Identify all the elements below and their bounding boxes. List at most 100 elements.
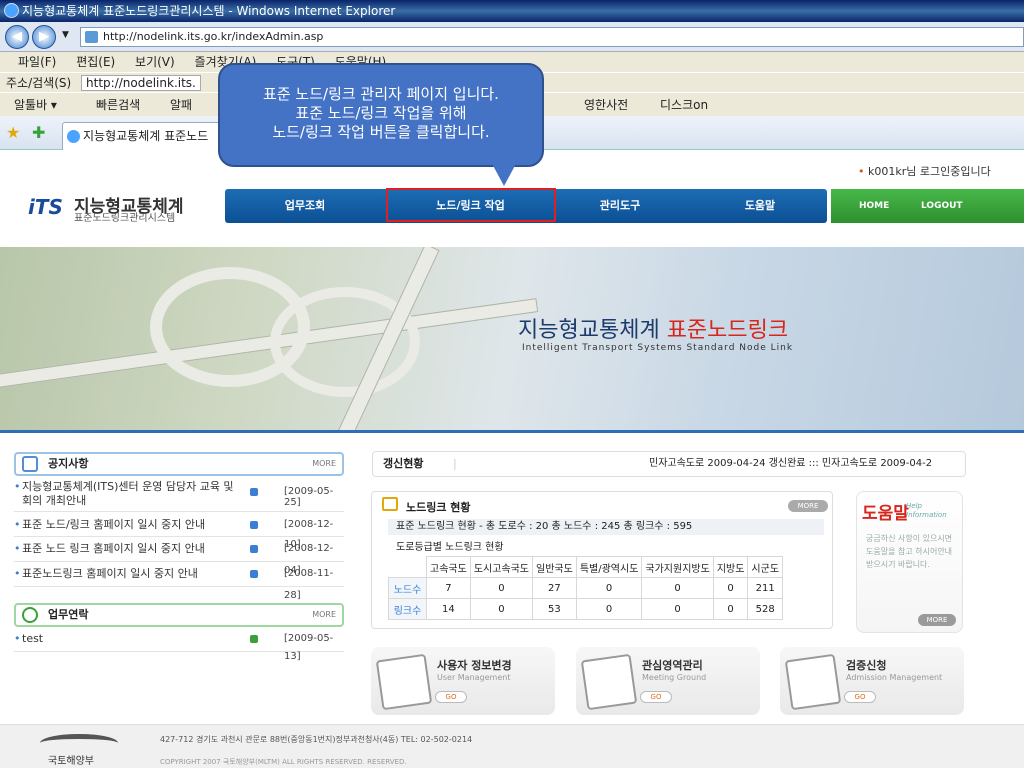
contacts-header: 업무연락 MORE	[14, 603, 344, 627]
utility-nav: HOME LOGOUT	[831, 189, 1024, 223]
menu-edit[interactable]: 편집(E)	[76, 55, 115, 69]
notice-row[interactable]: • 표준노드링크 홈페이지 일시 중지 안내 [2008-11-28]	[14, 563, 344, 601]
notice-title[interactable]: 지능형교통체계(ITS)센터 운영 담당자 교육 및 회의 개최안내	[22, 480, 247, 508]
callout-line-2: 표준 노드/링크 작업을 위해	[295, 104, 467, 122]
card-title: 사용자 정보변경	[437, 659, 512, 672]
notices-more-button[interactable]: MORE	[312, 454, 336, 474]
pen-icon	[580, 653, 638, 711]
table-cell: 0	[641, 598, 714, 620]
logo-subtitle: 표준노드링크관리시스템	[74, 213, 176, 224]
banner-title-main: 지능형교통체계	[518, 318, 667, 343]
table-header: 지방도	[712, 556, 749, 578]
contact-date: [2009-05-13]	[284, 633, 334, 662]
history-dropdown-icon[interactable]: ▼	[62, 30, 69, 40]
home-link[interactable]: HOME	[859, 189, 889, 223]
contacts-title: 업무연락	[48, 608, 89, 621]
user-management-card[interactable]: 사용자 정보변경 User Management GO	[371, 647, 555, 715]
notice-title[interactable]: 표준 노드 링크 홈페이지 일시 중지 안내	[22, 538, 205, 560]
altoolbar-button[interactable]: 알툴바 ▾	[14, 93, 57, 117]
row-label: 노드수	[388, 577, 427, 599]
bullet-icon: •	[14, 632, 21, 645]
back-arrow-icon[interactable]: ◀	[5, 25, 29, 49]
its-logo-mark[interactable]: iTS	[28, 195, 63, 219]
bullet-icon: •	[14, 567, 21, 580]
row-label: 링크수	[388, 598, 427, 620]
new-badge-icon	[250, 570, 258, 578]
update-ticker[interactable]: 민자고속도로 2009-04-24 갱신완료 ::: 민자고속도로 2009-0…	[649, 452, 932, 476]
tab-ie-icon	[67, 130, 80, 143]
table-cell: 0	[469, 577, 534, 599]
notice-date: [2009-05-25]	[284, 486, 334, 508]
bullet-icon: •	[14, 542, 21, 555]
card-subtitle: Admission Management	[846, 673, 943, 682]
forward-arrow-icon[interactable]: ▶	[32, 25, 56, 49]
menu-view[interactable]: 보기(V)	[135, 55, 175, 69]
notice-date: [2008-11-28]	[284, 568, 334, 601]
notice-row[interactable]: • 표준 노드/링크 홈페이지 일시 중지 안내 [2008-12-10]	[14, 515, 344, 550]
go-button[interactable]: GO	[435, 691, 467, 703]
highlight-box	[386, 188, 556, 222]
card-title: 검증신청	[846, 659, 887, 672]
node-link-more-button[interactable]: MORE	[788, 500, 828, 512]
verification-request-card[interactable]: 검증신청 Admission Management GO	[780, 647, 964, 715]
browser-tab[interactable]: 지능형교통체계 표준노드	[62, 122, 242, 150]
favorites-star-icon[interactable]: ★	[6, 123, 20, 142]
card-subtitle: User Management	[437, 673, 511, 682]
ministry-name: 국토해양부	[48, 756, 94, 767]
notice-title[interactable]: 표준노드링크 홈페이지 일시 중지 안내	[22, 563, 198, 585]
table-cell: 211	[747, 577, 784, 599]
notice-row[interactable]: • 표준 노드 링크 홈페이지 일시 중지 안내 [2008-12-04]	[14, 538, 344, 576]
table-row: 링크수 14 0 53 0 0 0 528	[388, 598, 784, 620]
notebook-icon	[375, 653, 433, 711]
table-cell: 53	[532, 598, 577, 620]
menu-file[interactable]: 파일(F)	[18, 55, 56, 69]
go-button[interactable]: GO	[844, 691, 876, 703]
alpass-button[interactable]: 알패	[170, 93, 192, 117]
ministry-logo-icon	[40, 734, 118, 752]
node-link-status-title: 노드링크 현황	[406, 501, 471, 514]
callout-line-1: 표준 노드/링크 관리자 페이지 입니다.	[263, 85, 499, 103]
new-badge-icon	[250, 545, 258, 553]
site-footer	[0, 724, 1024, 768]
help-more-button[interactable]: MORE	[918, 614, 956, 626]
quick-search-button[interactable]: 빠른검색	[96, 93, 140, 117]
node-link-grade-label: 도로등급별 노드링크 현황	[396, 542, 504, 553]
links-label: 주소/검색(S)	[6, 76, 72, 90]
table-corner	[388, 556, 427, 578]
banner-subtitle: Intelligent Transport Systems Standard N…	[522, 343, 794, 353]
help-text: 궁금하신 사항이 있으시면 도움말을 참고 하시어안내 받으시기 바랍니다.	[866, 534, 953, 569]
table-cell: 0	[712, 577, 749, 599]
contact-row[interactable]: • test [2009-05-13]	[14, 630, 344, 662]
new-badge-icon	[250, 521, 258, 529]
contacts-more-button[interactable]: MORE	[312, 605, 336, 625]
address-text: http://nodelink.its.go.kr/indexAdmin.asp	[103, 30, 324, 43]
help-subtitle: Help Information	[906, 502, 947, 519]
address-input[interactable]: http://nodelink.its.go.kr/indexAdmin.asp	[80, 27, 1024, 47]
area-management-card[interactable]: 관심영역관리 Meeting Ground GO	[576, 647, 760, 715]
bullet-icon: •	[14, 480, 21, 493]
contact-title[interactable]: test	[22, 630, 43, 648]
notice-row[interactable]: • 지능형교통체계(ITS)센터 운영 담당자 교육 및 회의 개최안내 [20…	[14, 480, 344, 512]
add-favorite-icon[interactable]: ✚	[32, 123, 45, 142]
links-address[interactable]: http://nodelink.its.	[81, 75, 201, 91]
table-cell: 528	[747, 598, 784, 620]
nav-admin-tools[interactable]: 관리도구	[555, 189, 685, 223]
ie-icon	[4, 3, 19, 18]
page-icon	[85, 31, 98, 43]
document-icon	[784, 653, 842, 711]
table-cell: 0	[469, 598, 534, 620]
notices-header: 공지사항 MORE	[14, 452, 344, 476]
update-status-bar: 갱신현황 | 민자고속도로 2009-04-24 갱신완료 ::: 민자고속도로…	[372, 451, 966, 477]
dictionary-button[interactable]: 영한사전	[584, 93, 628, 117]
notice-title[interactable]: 표준 노드/링크 홈페이지 일시 중지 안내	[22, 515, 205, 535]
disk-on-button[interactable]: 디스크on	[660, 93, 708, 117]
nav-work-inquiry[interactable]: 업무조회	[225, 189, 385, 223]
go-button[interactable]: GO	[640, 691, 672, 703]
instruction-callout: 표준 노드/링크 관리자 페이지 입니다. 표준 노드/링크 작업을 위해 노드…	[218, 63, 544, 167]
logout-link[interactable]: LOGOUT	[921, 189, 963, 223]
table-header: 국가지원지방도	[641, 556, 714, 578]
help-title: 도움말	[862, 504, 909, 524]
table-header: 일반국도	[532, 556, 577, 578]
banner-title-highlight: 표준노드링크	[666, 318, 789, 343]
nav-help[interactable]: 도움말	[695, 189, 825, 223]
